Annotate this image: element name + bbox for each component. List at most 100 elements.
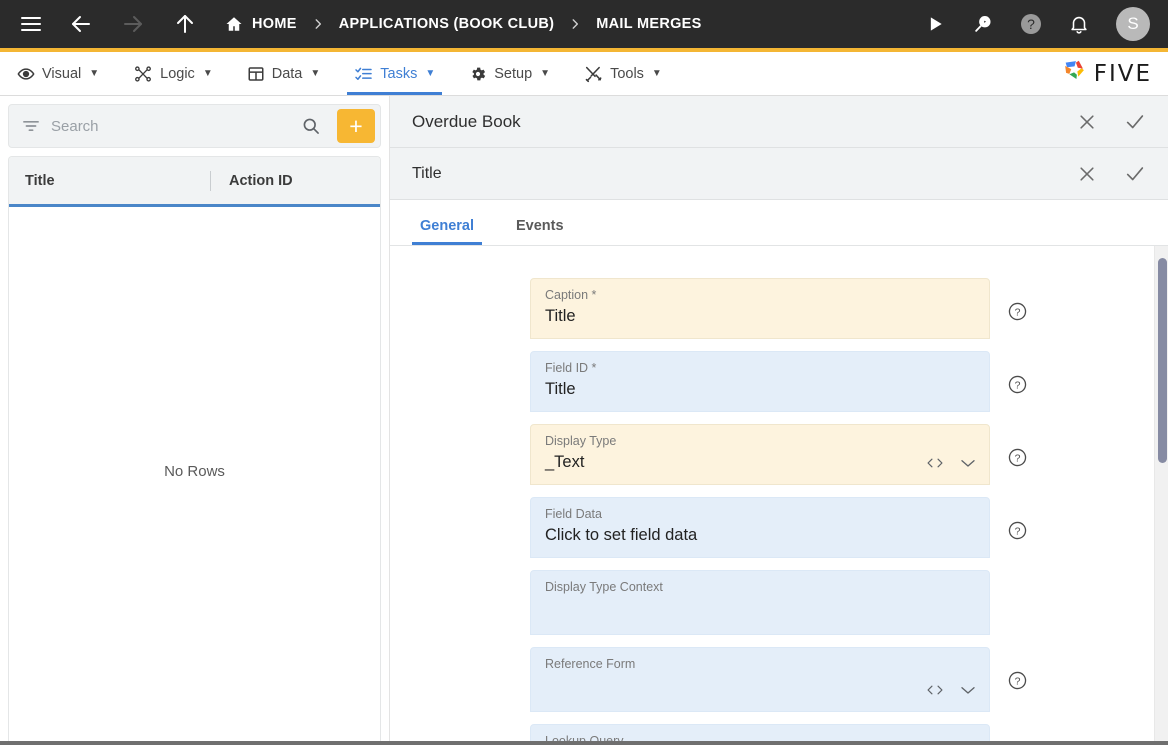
- display-type-label: Display Type: [545, 434, 617, 448]
- search-bar: +: [8, 104, 381, 148]
- code-icon[interactable]: [925, 683, 945, 702]
- run-icon[interactable]: [922, 11, 948, 37]
- menu-label-tasks: Tasks: [380, 65, 418, 82]
- eye-icon: [17, 65, 35, 83]
- detail-panel: Overdue Book Title General Events Captio…: [390, 96, 1168, 745]
- top-nav-actions: ? S: [922, 7, 1154, 41]
- reference-form-value: [545, 672, 975, 702]
- record-header: Overdue Book: [390, 96, 1168, 148]
- column-header-title[interactable]: Title: [25, 173, 210, 189]
- menu-item-setup[interactable]: Setup ▼: [452, 52, 567, 95]
- tab-general[interactable]: General: [412, 218, 482, 245]
- hamburger-icon[interactable]: [18, 11, 44, 37]
- tab-events[interactable]: Events: [508, 218, 572, 245]
- caption-help-icon[interactable]: ?: [1006, 300, 1028, 322]
- display-type-context-label: Display Type Context: [545, 580, 663, 594]
- help-icon[interactable]: ?: [1018, 11, 1044, 37]
- search-input[interactable]: [51, 117, 285, 135]
- code-icon[interactable]: [925, 456, 945, 475]
- history-navigation: [68, 11, 198, 37]
- breadcrumb-item-applications[interactable]: APPLICATIONS (BOOK CLUB): [339, 16, 555, 32]
- menu-item-logic[interactable]: Logic ▼: [116, 52, 230, 95]
- reference-form-label: Reference Form: [545, 657, 636, 671]
- search-run-icon[interactable]: [970, 11, 996, 37]
- arrow-up-icon[interactable]: [172, 11, 198, 37]
- chevron-down-icon: ▼: [310, 68, 321, 79]
- gear-icon: [469, 65, 487, 83]
- menu-item-visual[interactable]: Visual ▼: [0, 52, 116, 95]
- field-form-scroll: Caption * Title ? Field ID * Title ? Dis…: [390, 246, 1168, 745]
- chevron-down-icon: ▼: [202, 68, 213, 79]
- form-scrollbar-thumb[interactable]: [1158, 258, 1167, 463]
- record-close-icon[interactable]: [1076, 111, 1098, 133]
- form-row-caption: Caption * Title ?: [390, 278, 1168, 339]
- breadcrumb-item-home[interactable]: HOME: [224, 14, 297, 34]
- menu-item-tools[interactable]: Tools ▼: [567, 52, 679, 95]
- field-id-value: Title: [545, 380, 576, 398]
- five-wordmark: FIVE: [1093, 60, 1152, 87]
- tools-icon: [584, 65, 603, 83]
- field-title: Title: [412, 164, 442, 182]
- caption-field-value: Title: [545, 307, 576, 325]
- table-icon: [247, 65, 265, 83]
- svg-text:?: ?: [1014, 675, 1020, 687]
- menu-label-logic: Logic: [160, 65, 195, 82]
- svg-text:?: ?: [1027, 16, 1035, 32]
- menu-label-visual: Visual: [42, 65, 82, 82]
- breadcrumb-item-mail-merges[interactable]: MAIL MERGES: [596, 16, 701, 32]
- chevron-down-icon: ▼: [425, 68, 436, 79]
- column-header-action-id[interactable]: Action ID: [229, 173, 293, 189]
- five-logo: FIVE: [1060, 52, 1168, 95]
- menu-label-setup: Setup: [494, 65, 533, 82]
- filter-icon[interactable]: [21, 116, 41, 136]
- search-icon[interactable]: [295, 116, 327, 136]
- breadcrumb: HOME APPLICATIONS (BOOK CLUB) MAIL MERGE…: [224, 14, 702, 34]
- reference-form-adornments: [925, 683, 977, 702]
- add-action-button[interactable]: +: [337, 109, 375, 143]
- tasks-list-icon: [354, 65, 373, 83]
- breadcrumb-label-mail-merges: MAIL MERGES: [596, 16, 702, 32]
- field-close-icon[interactable]: [1076, 163, 1098, 185]
- caption-field[interactable]: Caption * Title: [530, 278, 990, 339]
- form-row-reference-form: Reference Form ?: [390, 647, 1168, 712]
- field-form-area: Caption * Title ? Field ID * Title ? Dis…: [390, 246, 1168, 745]
- workspace: + Title Action ID No Rows Overdue Book: [0, 96, 1168, 745]
- form-vertical-scrollbar[interactable]: [1154, 246, 1168, 745]
- form-row-field-id: Field ID * Title ?: [390, 351, 1168, 412]
- display-type-adornments: [925, 456, 977, 475]
- breadcrumb-separator: [311, 17, 325, 31]
- window-bottom-scrollbar[interactable]: [0, 741, 1168, 745]
- actions-grid: Title Action ID No Rows: [8, 156, 381, 745]
- field-id-field[interactable]: Field ID * Title: [530, 351, 990, 412]
- record-confirm-icon[interactable]: [1124, 111, 1146, 133]
- field-id-help-icon[interactable]: ?: [1006, 373, 1028, 395]
- chevron-down-icon[interactable]: [959, 456, 977, 475]
- menu-item-data[interactable]: Data ▼: [230, 52, 338, 95]
- breadcrumb-label-home: HOME: [252, 16, 297, 32]
- display-type-help-icon[interactable]: ?: [1006, 446, 1028, 468]
- arrow-left-icon[interactable]: [68, 11, 94, 37]
- reference-form-field[interactable]: Reference Form: [530, 647, 990, 712]
- avatar[interactable]: S: [1116, 7, 1150, 41]
- logic-icon: [133, 65, 153, 83]
- menu-item-tasks[interactable]: Tasks ▼: [337, 52, 452, 95]
- chevron-down-icon[interactable]: [959, 683, 977, 702]
- column-divider[interactable]: [210, 170, 211, 191]
- display-type-context-field[interactable]: Display Type Context: [530, 570, 990, 635]
- svg-text:?: ?: [1014, 379, 1020, 391]
- display-type-field[interactable]: Display Type _Text: [530, 424, 990, 485]
- field-data-field[interactable]: Field Data Click to set field data: [530, 497, 990, 558]
- svg-text:?: ?: [1014, 525, 1020, 537]
- svg-text:?: ?: [1014, 306, 1020, 318]
- breadcrumb-separator: [568, 17, 582, 31]
- reference-form-help-icon[interactable]: ?: [1006, 669, 1028, 691]
- notifications-bell-icon[interactable]: [1066, 11, 1092, 37]
- field-confirm-icon[interactable]: [1124, 163, 1146, 185]
- field-header-actions: [1076, 163, 1146, 185]
- home-icon: [224, 14, 244, 34]
- display-type-context-value: [545, 595, 975, 625]
- field-data-help-icon[interactable]: ?: [1006, 519, 1028, 541]
- top-nav-left: HOME APPLICATIONS (BOOK CLUB) MAIL MERGE…: [18, 11, 922, 37]
- menu-label-data: Data: [271, 65, 303, 82]
- module-menu-bar: Visual ▼ Logic ▼ Data ▼ Tasks ▼ Setup ▼ …: [0, 52, 1168, 96]
